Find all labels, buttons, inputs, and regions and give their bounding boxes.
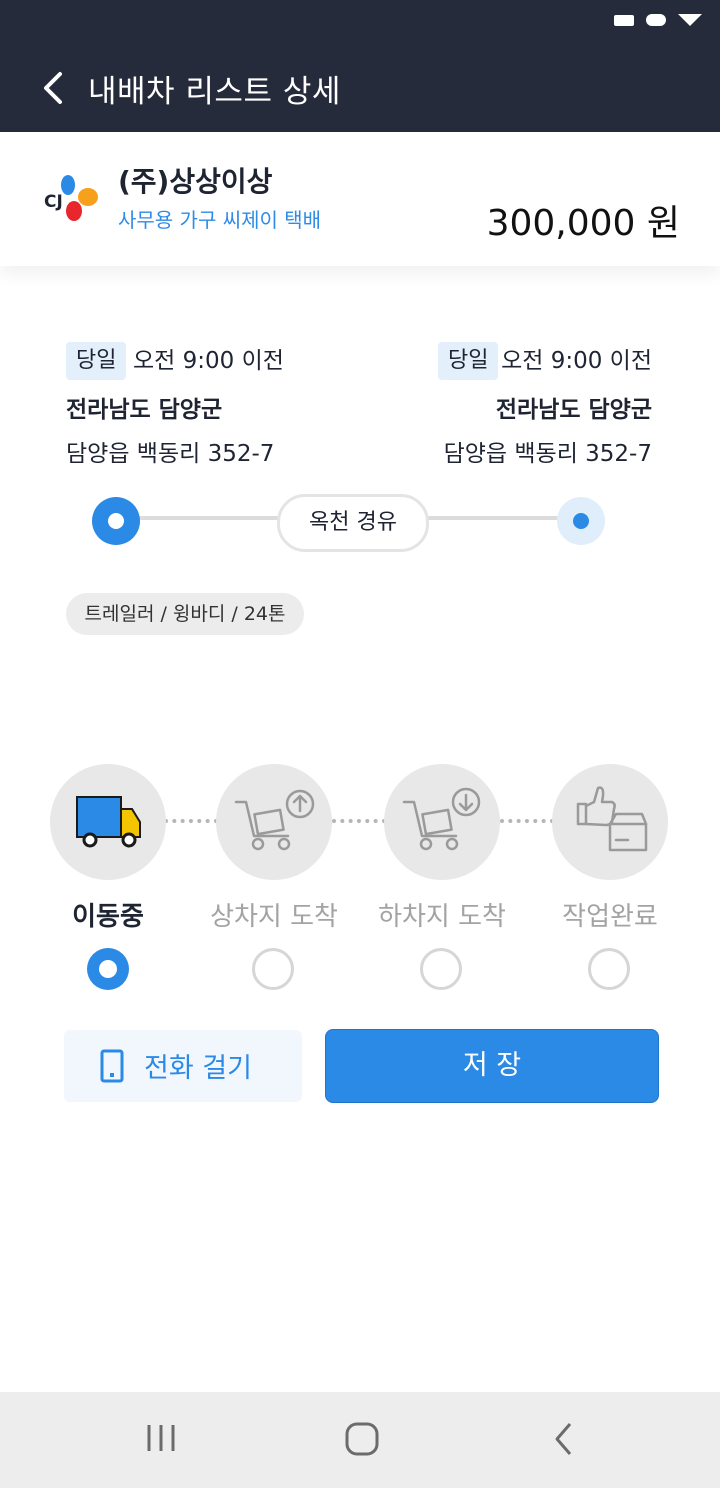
save-button[interactable]: 저 장: [325, 1029, 659, 1103]
origin-marker: [92, 497, 140, 545]
destination-address: 담양읍 백동리 352-7: [443, 441, 652, 467]
back-arrow-icon[interactable]: [38, 70, 72, 106]
origin-day-tag: 당일: [66, 342, 127, 380]
step-connector: [500, 819, 554, 823]
via-point-label: 옥천 경유: [277, 494, 429, 552]
radio-complete[interactable]: [588, 948, 630, 990]
step-label-loading: 상차지 도착: [210, 902, 338, 932]
destination-time: 오전 9:00 이전: [501, 348, 652, 374]
destination-day-tag: 당일: [438, 342, 499, 380]
radio-unloading[interactable]: [420, 948, 462, 990]
wifi-icon: [678, 14, 702, 26]
cj-logo-icon: CJ: [44, 172, 102, 222]
system-back-icon[interactable]: [552, 1421, 576, 1457]
origin-address: 담양읍 백동리 352-7: [66, 441, 275, 467]
company-name: (주)상상이상: [118, 165, 273, 198]
step-unloading-arrival[interactable]: [384, 764, 500, 880]
page-title: 내배차 리스트 상세: [88, 74, 341, 110]
origin-time: 오전 9:00 이전: [133, 348, 284, 374]
step-label-complete: 작업완료: [562, 902, 658, 932]
radio-loading[interactable]: [252, 948, 294, 990]
signal-icon: [646, 14, 666, 26]
cargo-description: 사무용 가구 씨제이 택배: [118, 208, 322, 232]
phone-icon: [100, 1049, 124, 1083]
loading-cart-icon: [234, 789, 315, 851]
vehicle-chip: 트레일러 / 윙바디 / 24톤: [66, 593, 304, 635]
step-work-complete[interactable]: [552, 764, 668, 880]
battery-icon: [614, 14, 634, 26]
unloading-cart-icon: [402, 787, 481, 851]
destination-region: 전라남도 담양군: [495, 397, 652, 423]
status-bar: [614, 14, 702, 26]
svg-text:CJ: CJ: [44, 192, 63, 212]
home-icon[interactable]: [344, 1421, 380, 1457]
recent-apps-icon[interactable]: [144, 1422, 178, 1454]
step-loading-arrival[interactable]: [216, 764, 332, 880]
truck-icon: [76, 796, 141, 848]
origin-region: 전라남도 담양군: [66, 397, 223, 423]
step-connector: [164, 819, 218, 823]
thumbs-up-box-icon: [576, 786, 648, 852]
price: 300,000 원: [486, 203, 680, 244]
destination-marker: [557, 497, 605, 545]
step-label-moving: 이동중: [72, 902, 144, 932]
step-connector: [332, 819, 386, 823]
call-button-label: 전화 걸기: [144, 1053, 252, 1084]
radio-moving[interactable]: [87, 948, 129, 990]
step-moving[interactable]: [50, 764, 166, 880]
step-label-unloading: 하차지 도착: [378, 902, 506, 932]
